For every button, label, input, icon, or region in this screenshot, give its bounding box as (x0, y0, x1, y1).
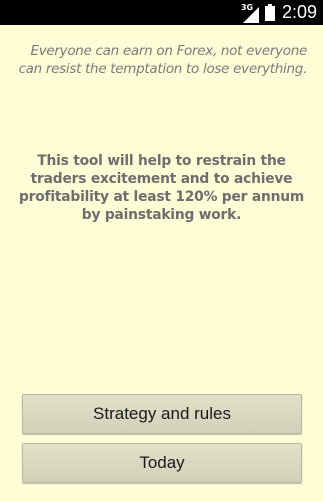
description-text: This tool will help to restrain the trad… (19, 153, 304, 223)
tagline-text: Everyone can earn on Forex, not everyone… (18, 43, 308, 77)
status-indicators: 3G 2:09 (241, 0, 317, 25)
battery-icon (264, 4, 275, 21)
signal-3g-icon: 3G (241, 3, 259, 23)
strategy-and-rules-button[interactable]: Strategy and rules (22, 394, 302, 434)
clock: 2:09 (281, 2, 317, 22)
today-button[interactable]: Today (22, 443, 302, 483)
status-bar: 3G 2:09 (0, 0, 323, 25)
